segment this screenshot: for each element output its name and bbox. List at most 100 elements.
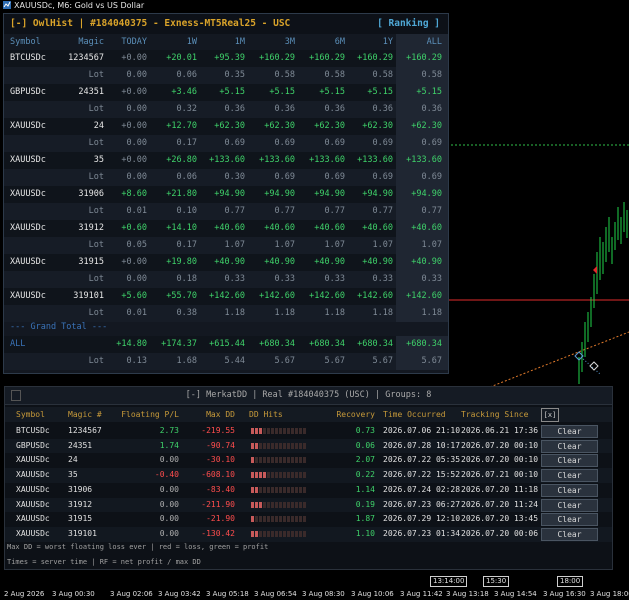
pl-value: +133.60 <box>357 155 393 165</box>
lot-value: 0.77 <box>274 206 295 216</box>
pl-row: GBPUSDc 24351 +0.00 +3.46 +5.15 +5.15 +5.15 +5.… <box>4 84 448 101</box>
floating-pl: 2.73 <box>159 426 179 435</box>
chart-icon <box>3 1 11 9</box>
window-titlebar: XAUUSDc, M6: Gold vs US Dollar <box>0 0 629 12</box>
tracking-since: 2026.07.20 00:10 <box>461 440 539 450</box>
max-dd: -608.10 <box>201 470 235 480</box>
arrow-marker-red <box>593 266 597 274</box>
clear-button[interactable]: Clear <box>541 439 598 453</box>
time-occurred: 2026.07.28 10:17 <box>383 440 461 450</box>
clear-button[interactable]: Clear <box>541 483 598 497</box>
magic-number: 319101 <box>73 291 104 301</box>
col-magic: Magic <box>78 37 104 47</box>
symbol-name: XAUUSDc <box>16 499 50 509</box>
pl-value: +94.90 <box>314 189 345 199</box>
symbol-name: XAUUSDc <box>16 470 50 480</box>
col-3m: 3M <box>284 37 295 47</box>
col-1y: 1Y <box>382 37 393 47</box>
owlhist-header[interactable]: [-] OwlHist | #184040375 - Exness-MT5Rea… <box>4 14 448 34</box>
clear-button[interactable]: Clear <box>541 513 598 527</box>
col-maxdd: Max DD <box>206 410 235 419</box>
pl-value: +40.90 <box>362 257 393 267</box>
pl-row: XAUUSDc 319101 +5.60 +55.70 +142.60 +142.60 +1… <box>4 288 448 305</box>
pl-value: +142.60 <box>357 291 393 301</box>
lot-value: 0.69 <box>421 138 442 148</box>
magic-number: 31915 <box>68 514 93 524</box>
time-axis-label: 3 Aug 13:18 <box>446 590 489 598</box>
dd-table-row: BTCUSDc 1234567 2.73 -219.55 0.73 2026.07.06 … <box>5 424 612 439</box>
clear-button[interactable]: Clear <box>541 469 598 483</box>
pl-value: +94.90 <box>264 189 295 199</box>
dd-hits-bar <box>251 501 307 508</box>
clear-button[interactable]: Clear <box>541 527 598 541</box>
window-title: XAUUSDc, M6: Gold vs US Dollar <box>14 1 145 10</box>
lot-value: 1.18 <box>224 308 245 318</box>
lot-value: 0.00 <box>126 138 147 148</box>
lot-value: 0.69 <box>274 172 295 182</box>
lot-label: Lot <box>88 206 104 216</box>
symbol-name: XAUUSDc <box>10 121 46 131</box>
pl-value: +62.30 <box>411 121 442 131</box>
pl-value: +62.30 <box>314 121 345 131</box>
pl-value: +40.90 <box>264 257 295 267</box>
total-lot-today: 0.13 <box>126 356 147 366</box>
pl-value: +40.90 <box>411 257 442 267</box>
lot-value: 0.35 <box>224 70 245 80</box>
dd-hits-bar <box>251 442 307 449</box>
lot-value: 0.06 <box>176 70 197 80</box>
close-all-button[interactable]: [x] <box>541 408 559 422</box>
clear-button[interactable]: Clear <box>541 498 598 512</box>
lot-value: 0.17 <box>176 240 197 250</box>
lot-value: 0.58 <box>372 70 393 80</box>
pl-value: +0.00 <box>121 87 147 97</box>
total-3m: +680.34 <box>259 339 295 349</box>
pl-value: +40.90 <box>214 257 245 267</box>
symbol-name: GBPUSDc <box>10 87 46 97</box>
symbol-group: XAUUSDc 319101 +5.60 +55.70 +142.60 +142.60 +1… <box>4 288 448 322</box>
recovery-value: 0.73 <box>355 426 375 435</box>
lot-value: 0.58 <box>421 70 442 80</box>
lot-value: 0.38 <box>176 308 197 318</box>
floating-pl: 0.00 <box>159 499 179 509</box>
symbol-name: XAUUSDc <box>16 528 50 538</box>
pl-value: +55.70 <box>166 291 197 301</box>
lot-label: Lot <box>88 308 104 318</box>
lot-value: 1.07 <box>274 240 295 250</box>
lot-value: 0.01 <box>126 206 147 216</box>
lot-value: 1.18 <box>372 308 393 318</box>
magic-number: 31906 <box>78 189 104 199</box>
time-marker: 18:00 <box>557 576 584 587</box>
lot-value: 0.00 <box>126 70 147 80</box>
time-axis-label: 3 Aug 14:54 <box>494 590 537 598</box>
merkatdd-header[interactable]: [-] MerkatDD | Real #184040375 (USC) | G… <box>5 387 612 405</box>
collapse-button[interactable] <box>11 390 21 401</box>
magic-number: 1234567 <box>68 53 104 63</box>
owlhist-column-header: Symbol Magic TODAY 1W 1M 3M 6M 1Y ALL <box>4 34 448 50</box>
lot-row: Lot 0.00 0.17 0.69 0.69 0.69 0.69 0.69 <box>4 135 448 152</box>
grand-total-lot-row: Lot 0.13 1.68 5.44 5.67 5.67 5.67 5.67 <box>4 353 448 370</box>
pl-row: XAUUSDc 35 +0.00 +26.80 +133.60 +133.60 +133.6… <box>4 152 448 169</box>
recovery-value: 1.14 <box>355 484 375 494</box>
owlhist-title[interactable]: [-] OwlHist | #184040375 - Exness-MT5Rea… <box>10 14 290 34</box>
clear-button[interactable]: Clear <box>541 454 598 468</box>
tracking-since: 2026.07.20 13:45 <box>461 514 539 524</box>
time-occurred: 2026.07.23 06:27 <box>383 499 461 509</box>
time-axis-label: 3 Aug 11:42 <box>400 590 443 598</box>
lot-value: 0.69 <box>274 138 295 148</box>
pl-value: +40.60 <box>214 223 245 233</box>
pl-value: +0.00 <box>121 155 147 165</box>
pl-value: +62.30 <box>214 121 245 131</box>
symbol-name: XAUUSDc <box>10 155 46 165</box>
lot-value: 0.05 <box>126 240 147 250</box>
clear-button[interactable]: Clear <box>541 425 598 438</box>
recovery-value: 0.22 <box>355 470 375 480</box>
pl-value: +26.80 <box>166 155 197 165</box>
pl-value: +0.00 <box>121 53 147 63</box>
lot-label: Lot <box>88 104 104 114</box>
symbol-name: XAUUSDc <box>16 514 50 524</box>
symbol-name: XAUUSDc <box>10 257 46 267</box>
ranking-button[interactable]: [ Ranking ] <box>377 14 440 34</box>
time-occurred: 2026.07.22 05:35 <box>383 455 461 465</box>
time-axis-label: 3 Aug 02:06 <box>110 590 153 598</box>
footnote-2: Times = server time | RF = net profit / … <box>7 558 201 566</box>
